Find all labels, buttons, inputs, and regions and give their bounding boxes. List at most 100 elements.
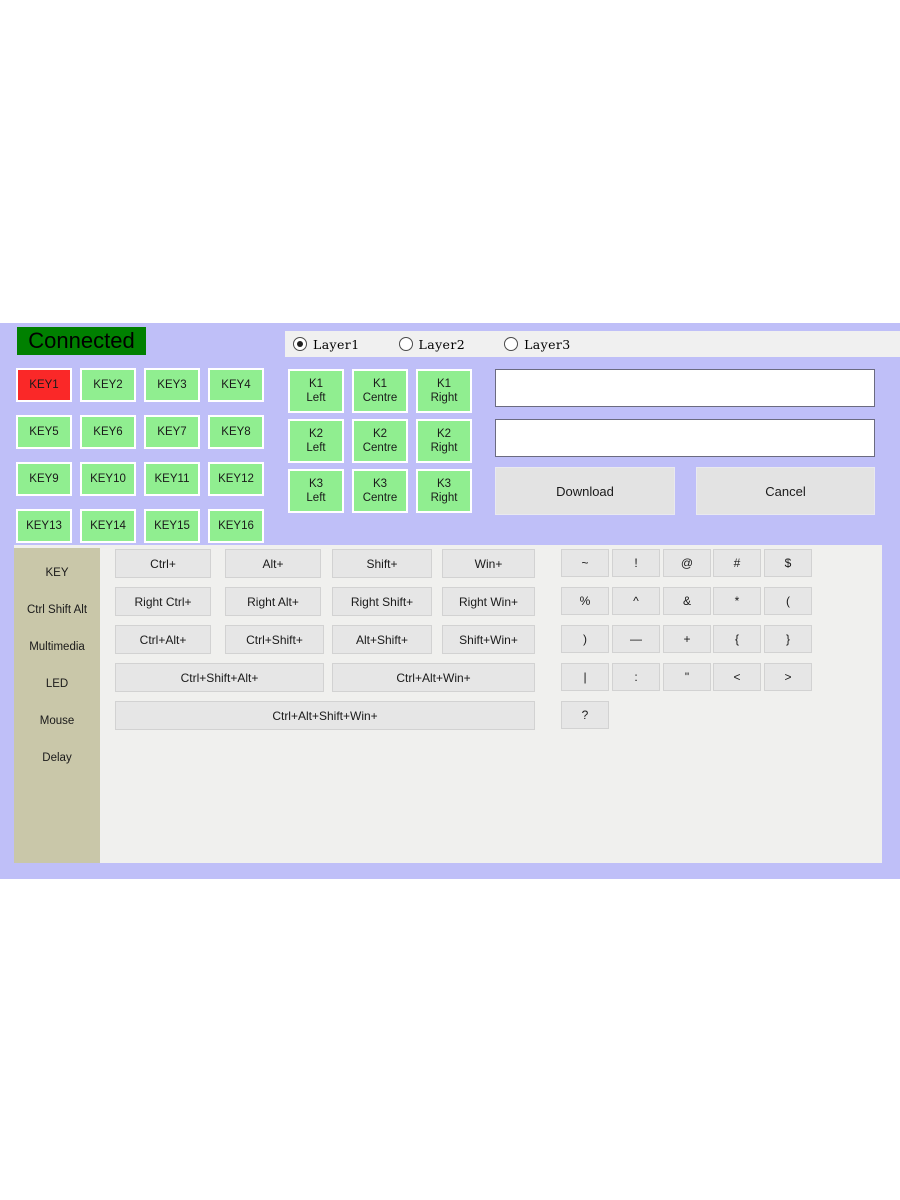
key-button-grid: KEY1 KEY2 KEY3 KEY4 KEY5 KEY6 KEY7 KEY8 …: [16, 368, 272, 543]
key-button-key1[interactable]: KEY1: [16, 368, 72, 402]
key-button-key8[interactable]: KEY8: [208, 415, 264, 449]
key-button-key4[interactable]: KEY4: [208, 368, 264, 402]
modifier-button-alt-shift[interactable]: Alt+Shift+: [332, 625, 432, 654]
modifier-button-alt[interactable]: Alt+: [225, 549, 321, 578]
knob-line-2: Right: [430, 442, 458, 454]
symbol-button-paren-open[interactable]: (: [764, 587, 812, 615]
symbol-button-brace-close[interactable]: }: [764, 625, 812, 653]
layer-radio-3-label: Layer3: [524, 336, 571, 352]
macro-input-secondary[interactable]: [495, 419, 875, 457]
key-button-key7[interactable]: KEY7: [144, 415, 200, 449]
layer-radio-1-label: Layer1: [313, 336, 360, 352]
knob-line-2: Right: [430, 392, 458, 404]
symbol-button-paren-close[interactable]: ): [561, 625, 609, 653]
key-button-key14[interactable]: KEY14: [80, 509, 136, 543]
key-button-key10[interactable]: KEY10: [80, 462, 136, 496]
radio-empty-icon: [398, 337, 413, 351]
knob-line-2: Left: [306, 492, 326, 504]
knob-line-1: K3: [372, 478, 388, 490]
key-button-key5[interactable]: KEY5: [16, 415, 72, 449]
knob-button-k3-centre[interactable]: K3 Centre: [352, 469, 408, 513]
key-button-key9[interactable]: KEY9: [16, 462, 72, 496]
sidebar-item-key[interactable]: KEY: [14, 554, 100, 591]
sidebar-item-led[interactable]: LED: [14, 665, 100, 702]
layer-radio-3[interactable]: Layer3: [504, 337, 571, 352]
radio-empty-icon: [504, 337, 519, 351]
knob-line-2: Centre: [362, 392, 398, 404]
sidebar-item-mouse[interactable]: Mouse: [14, 702, 100, 739]
modifier-button-ctrl[interactable]: Ctrl+: [115, 549, 211, 578]
modifier-button-ctrl-alt-shift-win[interactable]: Ctrl+Alt+Shift+Win+: [115, 701, 535, 730]
knob-button-k1-centre[interactable]: K1 Centre: [352, 369, 408, 413]
cancel-button[interactable]: Cancel: [696, 467, 875, 515]
knob-button-k2-right[interactable]: K2 Right: [416, 419, 472, 463]
symbol-button-dash[interactable]: —: [612, 625, 660, 653]
key-button-key13[interactable]: KEY13: [16, 509, 72, 543]
knob-line-1: K1: [308, 378, 324, 390]
modifier-button-ctrl-shift[interactable]: Ctrl+Shift+: [225, 625, 324, 654]
key-button-key11[interactable]: KEY11: [144, 462, 200, 496]
knob-line-2: Left: [306, 392, 326, 404]
symbol-button-percent[interactable]: %: [561, 587, 609, 615]
symbol-button-hash[interactable]: #: [713, 549, 761, 577]
knob-button-k1-right[interactable]: K1 Right: [416, 369, 472, 413]
knob-line-2: Centre: [362, 492, 398, 504]
key-button-key3[interactable]: KEY3: [144, 368, 200, 402]
symbol-button-brace-open[interactable]: {: [713, 625, 761, 653]
knob-line-1: K3: [436, 478, 452, 490]
knob-button-k3-right[interactable]: K3 Right: [416, 469, 472, 513]
modifier-button-win[interactable]: Win+: [442, 549, 535, 578]
symbol-button-caret[interactable]: ^: [612, 587, 660, 615]
symbol-button-greater-than[interactable]: >: [764, 663, 812, 691]
sidebar-item-delay[interactable]: Delay: [14, 739, 100, 776]
knob-button-k2-left[interactable]: K2 Left: [288, 419, 344, 463]
layer-radio-2[interactable]: Layer2: [398, 337, 466, 352]
modifier-button-ctrl-alt[interactable]: Ctrl+Alt+: [115, 625, 211, 654]
radio-selected-icon: [293, 337, 307, 351]
symbol-button-less-than[interactable]: <: [713, 663, 761, 691]
symbol-button-ampersand[interactable]: &: [663, 587, 711, 615]
modifier-button-shift-win[interactable]: Shift+Win+: [442, 625, 535, 654]
modifier-button-shift[interactable]: Shift+: [332, 549, 432, 578]
symbol-button-at[interactable]: @: [663, 549, 711, 577]
key-button-key2[interactable]: KEY2: [80, 368, 136, 402]
knob-line-1: K1: [436, 378, 452, 390]
knob-line-1: K3: [308, 478, 324, 490]
key-button-key6[interactable]: KEY6: [80, 415, 136, 449]
sidebar-item-ctrl-shift-alt[interactable]: Ctrl Shift Alt: [14, 591, 100, 628]
knob-line-1: K2: [372, 428, 388, 440]
symbol-button-exclamation[interactable]: !: [612, 549, 660, 577]
symbol-button-pipe[interactable]: |: [561, 663, 609, 691]
knob-line-2: Left: [306, 442, 326, 454]
macro-input-primary[interactable]: [495, 369, 875, 407]
modifier-button-right-shift[interactable]: Right Shift+: [332, 587, 432, 616]
download-button[interactable]: Download: [495, 467, 675, 515]
modifier-button-ctrl-shift-alt[interactable]: Ctrl+Shift+Alt+: [115, 663, 324, 692]
knob-button-k3-left[interactable]: K3 Left: [288, 469, 344, 513]
symbol-button-quote[interactable]: ": [663, 663, 711, 691]
connection-status-badge: Connected: [17, 327, 146, 355]
modifier-button-right-win[interactable]: Right Win+: [442, 587, 535, 616]
knob-line-2: Right: [430, 492, 458, 504]
layer-radio-1[interactable]: Layer1: [293, 337, 360, 352]
key-button-key15[interactable]: KEY15: [144, 509, 200, 543]
knob-line-2: Centre: [362, 442, 398, 454]
knob-position-grid: K1 Left K1 Centre K1 Right K2 Left K2 Ce…: [288, 369, 472, 513]
key-button-key12[interactable]: KEY12: [208, 462, 264, 496]
symbol-button-plus[interactable]: +: [663, 625, 711, 653]
symbol-button-question[interactable]: ?: [561, 701, 609, 729]
symbol-button-tilde[interactable]: ~: [561, 549, 609, 577]
knob-button-k2-centre[interactable]: K2 Centre: [352, 419, 408, 463]
knob-button-k1-left[interactable]: K1 Left: [288, 369, 344, 413]
knob-line-1: K2: [308, 428, 324, 440]
modifier-button-ctrl-alt-win[interactable]: Ctrl+Alt+Win+: [332, 663, 535, 692]
sidebar-item-multimedia[interactable]: Multimedia: [14, 628, 100, 665]
key-button-key16[interactable]: KEY16: [208, 509, 264, 543]
knob-line-1: K2: [436, 428, 452, 440]
symbol-button-colon[interactable]: :: [612, 663, 660, 691]
modifier-button-right-ctrl[interactable]: Right Ctrl+: [115, 587, 211, 616]
modifier-button-right-alt[interactable]: Right Alt+: [225, 587, 321, 616]
category-sidebar: KEY Ctrl Shift Alt Multimedia LED Mouse …: [14, 548, 100, 863]
symbol-button-dollar[interactable]: $: [764, 549, 812, 577]
symbol-button-asterisk[interactable]: *: [713, 587, 761, 615]
